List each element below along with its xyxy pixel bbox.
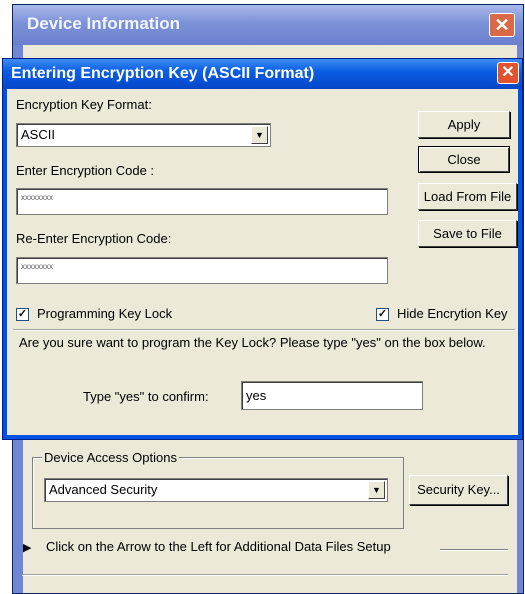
- reenter-code-label: Re-Enter Encryption Code:: [16, 231, 172, 246]
- key-format-select[interactable]: ASCII ▼: [16, 123, 271, 147]
- enter-code-label: Enter Encryption Code :: [16, 163, 155, 178]
- device-information-titlebar[interactable]: Device Information ✕: [13, 5, 523, 45]
- encryption-key-dialog: Entering Encryption Key (ASCII Format) ✕…: [2, 58, 523, 440]
- hide-encryption-key-checkbox[interactable]: ✓: [376, 308, 389, 321]
- confirm-divider: [13, 329, 515, 331]
- chevron-down-icon[interactable]: ▼: [368, 481, 385, 499]
- device-access-options-label: Device Access Options: [42, 450, 179, 465]
- close-button[interactable]: Close: [418, 146, 510, 173]
- confirm-prompt-label: Type "yes" to confirm:: [83, 389, 209, 404]
- programming-key-lock-label: Programming Key Lock: [37, 306, 173, 321]
- device-access-select[interactable]: Advanced Security ▼: [44, 478, 388, 502]
- programming-key-lock-checkbox[interactable]: ✓: [16, 308, 29, 321]
- security-key-button[interactable]: Security Key...: [409, 475, 508, 505]
- key-format-select-value: ASCII: [21, 127, 55, 142]
- device-information-title: Device Information: [27, 14, 181, 33]
- encryption-key-dialog-titlebar[interactable]: Entering Encryption Key (ASCII Format) ✕: [3, 59, 522, 89]
- divider: [22, 574, 508, 576]
- apply-button[interactable]: Apply: [418, 111, 510, 138]
- device-access-select-value: Advanced Security: [49, 482, 158, 497]
- encryption-key-dialog-title: Entering Encryption Key (ASCII Format): [11, 65, 315, 82]
- save-to-file-button[interactable]: Save to File: [418, 220, 517, 247]
- encryption-key-dialog-body: Encryption Key Format: ASCII ▼ Enter Enc…: [7, 89, 518, 435]
- reenter-code-field[interactable]: xxxxxxxx: [16, 257, 388, 284]
- confirm-yes-input[interactable]: yes: [241, 381, 423, 410]
- confirm-message: Are you sure want to program the Key Loc…: [19, 335, 486, 350]
- reenter-code-value: xxxxxxxx: [21, 262, 53, 271]
- load-from-file-button[interactable]: Load From File: [418, 183, 517, 210]
- additional-data-files-expander-label: Click on the Arrow to the Left for Addit…: [46, 539, 397, 554]
- expander-divider: [440, 549, 508, 551]
- chevron-down-icon[interactable]: ▼: [251, 126, 268, 144]
- enter-code-value: xxxxxxxx: [21, 193, 53, 202]
- expand-arrow-icon[interactable]: ▶: [23, 541, 31, 554]
- key-format-label: Encryption Key Format:: [16, 97, 152, 112]
- hide-encryption-key-label: Hide Encrytion Key: [397, 306, 508, 321]
- confirm-yes-value: yes: [246, 388, 267, 403]
- encryption-key-dialog-close-button[interactable]: ✕: [497, 62, 519, 84]
- device-information-close-button[interactable]: ✕: [489, 13, 515, 37]
- enter-code-field[interactable]: xxxxxxxx: [16, 188, 388, 215]
